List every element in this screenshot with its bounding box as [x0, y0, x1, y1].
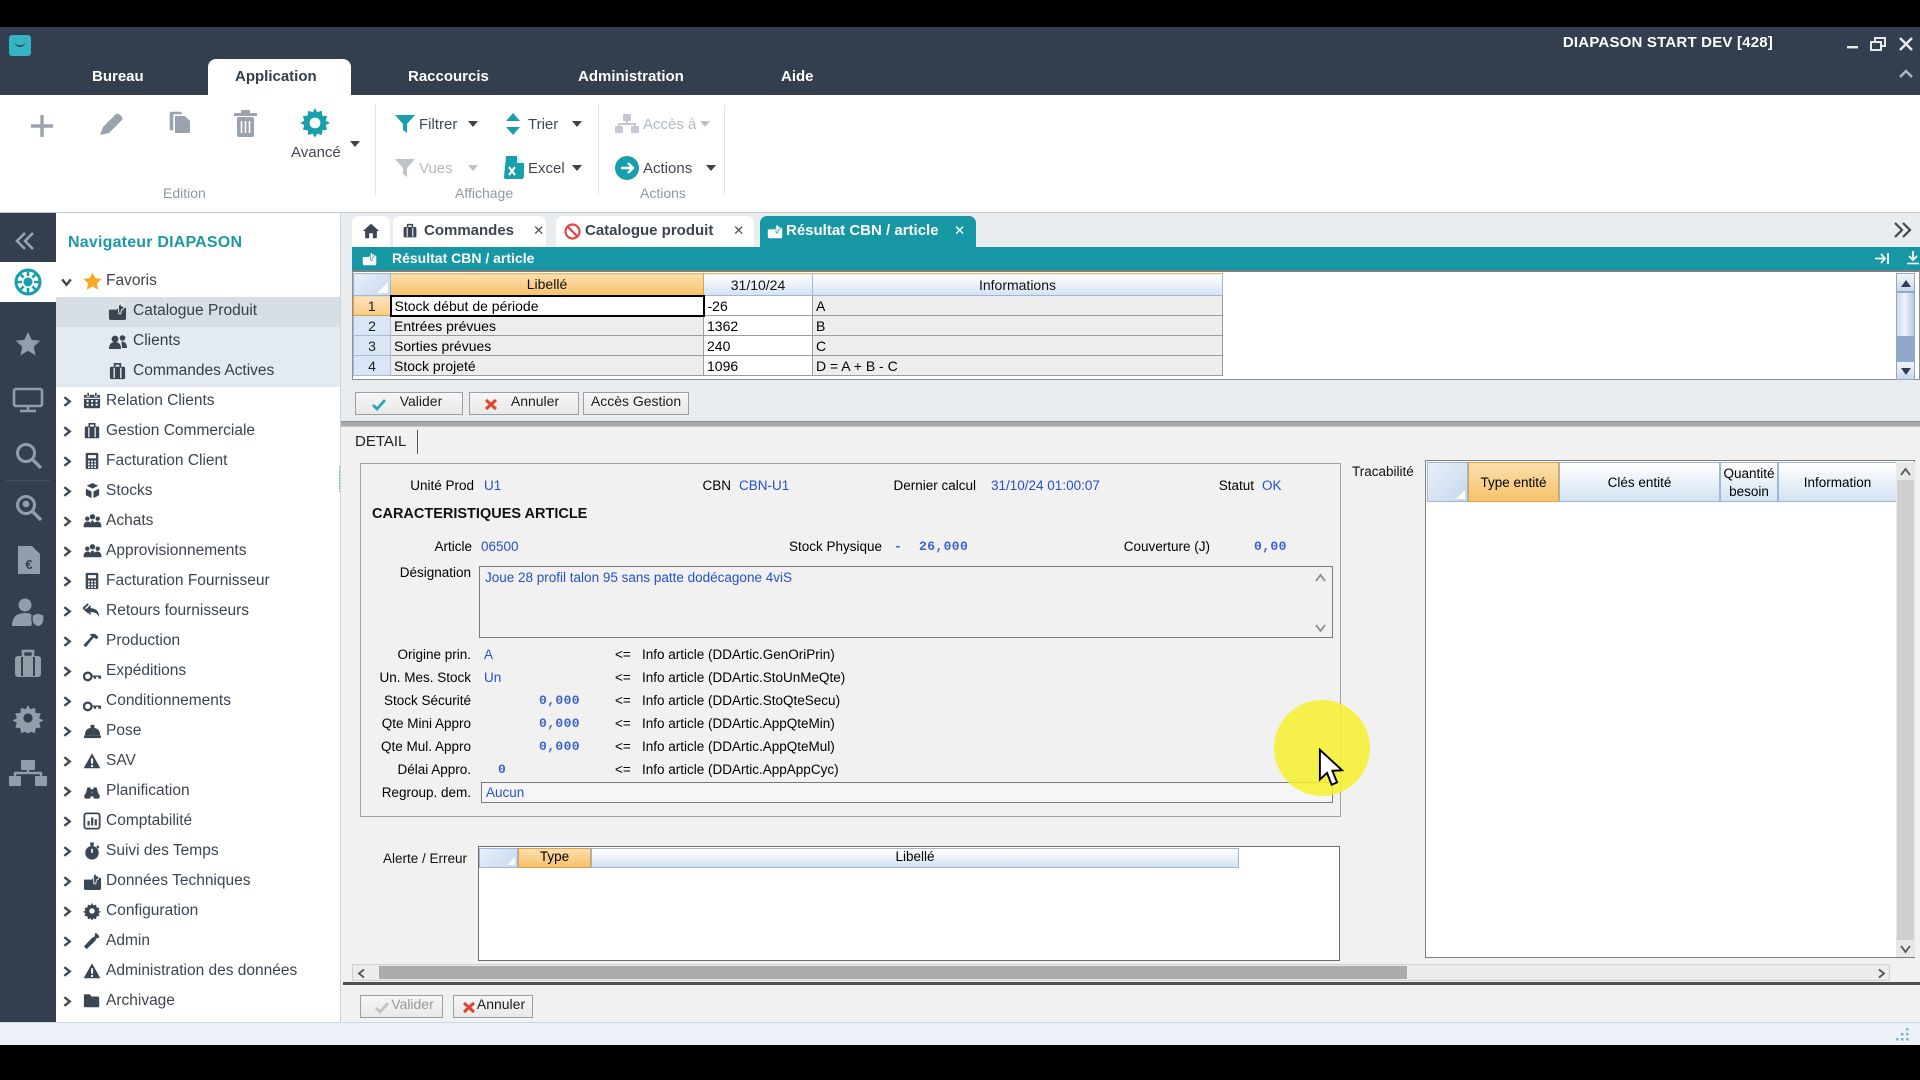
svg-text:€: €	[25, 557, 32, 572]
